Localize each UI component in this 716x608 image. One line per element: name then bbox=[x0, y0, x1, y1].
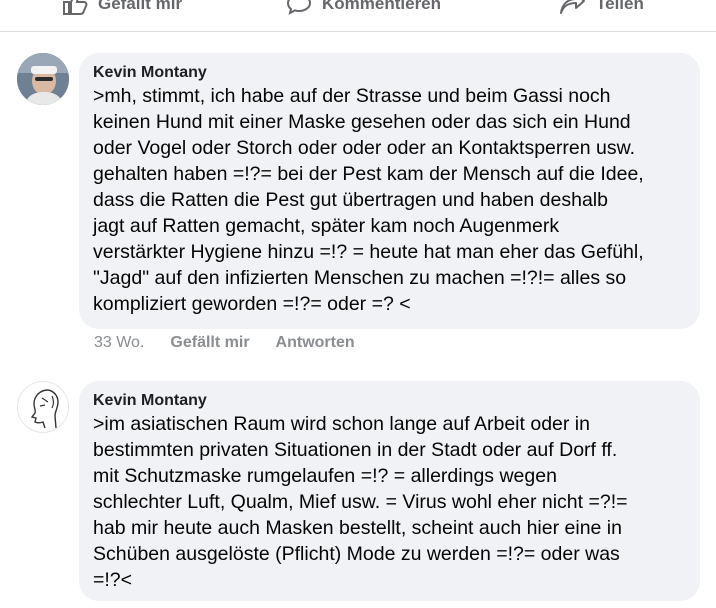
comment-timestamp[interactable]: 33 Wo. bbox=[94, 334, 144, 352]
comment-author[interactable]: Kevin Montany bbox=[93, 63, 686, 83]
comment-action-label: Kommentieren bbox=[322, 0, 442, 13]
comment-line: schlechter Luft, Qualm, Mief usw. = Viru… bbox=[93, 491, 628, 513]
comment-line: keinen Hund mit einer Maske gesehen oder… bbox=[93, 111, 631, 133]
comment-line: jagt auf Ratten gemacht, später kam noch… bbox=[93, 215, 560, 237]
like-action-label: Gefällt mir bbox=[98, 0, 183, 13]
comment-line: bestimmten privaten Situationen in der S… bbox=[93, 439, 618, 461]
comment-line: =!?< bbox=[93, 569, 133, 591]
comment-line: kompliziert geworden =!?= oder =? < bbox=[93, 293, 411, 315]
comment-author[interactable]: Kevin Montany bbox=[93, 391, 686, 411]
comment-line: "Jagd" auf den infizierten Menschen zu m… bbox=[93, 267, 627, 289]
comment-line: verstärkter Hygiene hinzu =!? = heute ha… bbox=[93, 241, 644, 263]
comment-line: dass die Ratten die Pest gut übertragen … bbox=[93, 189, 608, 211]
avatar[interactable] bbox=[17, 53, 69, 105]
comment-line: gehalten haben =!?= bei der Pest kam der… bbox=[93, 163, 644, 185]
comment-bubble: Kevin Montany >mh, stimmt, ich habe auf … bbox=[79, 53, 700, 329]
comment-line: >im asiatischen Raum wird schon lange au… bbox=[93, 413, 590, 435]
comment-line: hab mir heute auch Masken bestellt, sche… bbox=[93, 517, 622, 539]
post-action-bar: Gefällt mir Kommentieren Teilen bbox=[0, 0, 716, 32]
reply-button[interactable]: Antworten bbox=[276, 334, 355, 352]
thumbs-up-icon bbox=[63, 0, 88, 15]
comment-line: mit Schutzmaske rumgelaufen =!? = allerd… bbox=[93, 465, 557, 487]
comment-line: >mh, stimmt, ich habe auf der Strasse un… bbox=[93, 85, 611, 107]
comment-bubble: Kevin Montany >im asiatischen Raum wird … bbox=[79, 381, 700, 601]
comment-action[interactable]: Kommentieren bbox=[286, 0, 441, 16]
share-action-label: Teilen bbox=[596, 0, 644, 13]
avatar[interactable] bbox=[17, 381, 69, 433]
profile-sketch bbox=[30, 389, 59, 429]
speech-bubble-icon bbox=[286, 0, 312, 15]
like-action[interactable]: Gefällt mir bbox=[62, 0, 182, 16]
share-arrow-icon bbox=[560, 0, 585, 14]
comment-line: Schüben ausgelöste (Pflicht) Mode zu wer… bbox=[93, 543, 620, 565]
comment-meta: 33 Wo. Gefällt mir Antworten bbox=[94, 334, 355, 352]
comment-text: >im asiatischen Raum wird schon lange au… bbox=[93, 411, 686, 593]
share-action[interactable]: Teilen bbox=[558, 0, 644, 16]
profile-photo bbox=[17, 53, 69, 105]
comment-line: oder Vogel oder Storch oder oder oder an… bbox=[93, 137, 636, 159]
like-comment-button[interactable]: Gefällt mir bbox=[170, 334, 249, 352]
comment-text: >mh, stimmt, ich habe auf der Strasse un… bbox=[93, 83, 686, 317]
